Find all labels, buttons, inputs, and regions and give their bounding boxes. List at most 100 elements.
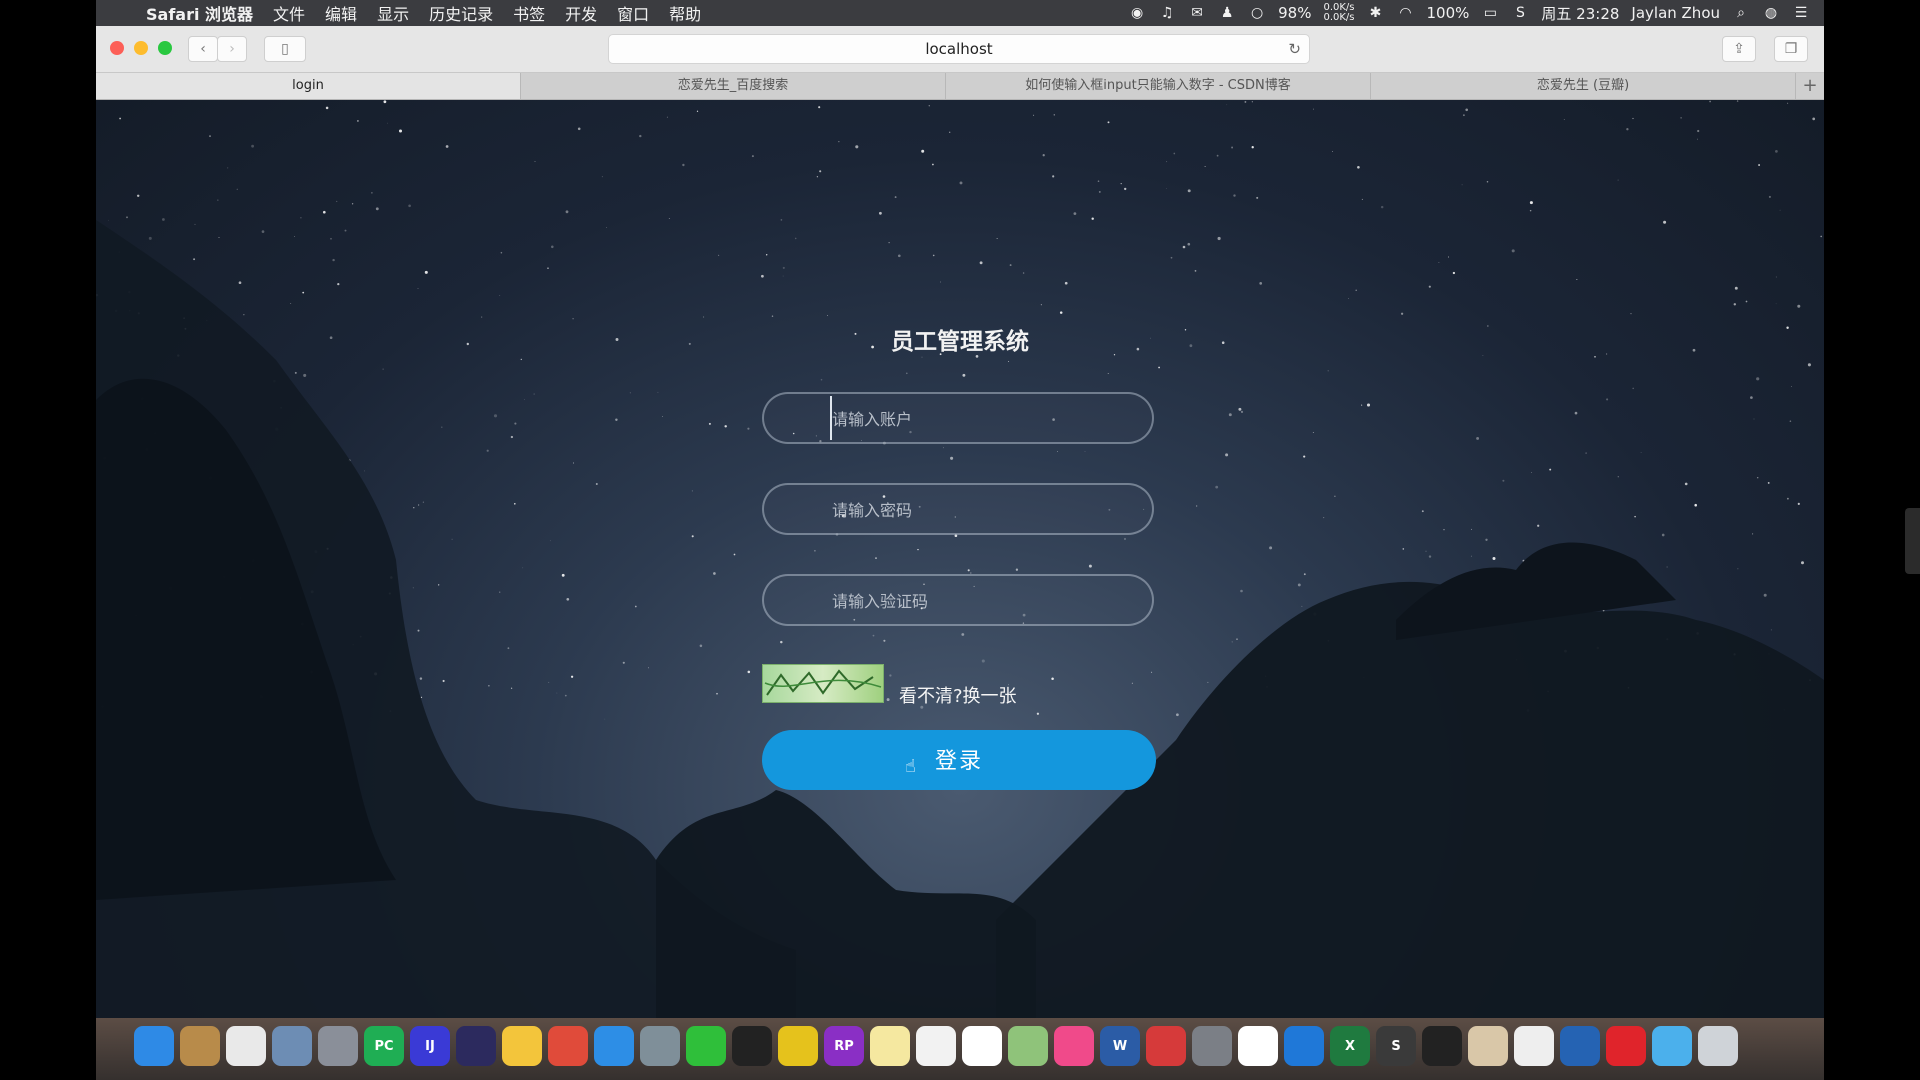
menu-window[interactable]: 窗口 <box>607 1 659 25</box>
teamviewer-icon[interactable] <box>1284 1026 1324 1066</box>
wifi-icon[interactable]: ◠ <box>1397 5 1415 21</box>
battery-icon[interactable]: ▭ <box>1481 5 1499 21</box>
menu-edit[interactable]: 编辑 <box>315 1 367 25</box>
axure-rp-icon[interactable]: RP <box>824 1026 864 1066</box>
notification-bell-icon[interactable]: ♫ <box>1158 5 1176 21</box>
battery-ring-icon[interactable]: ○ <box>1248 5 1266 21</box>
siri-icon[interactable]: ◍ <box>1762 5 1780 21</box>
net-down-text: 0.0K/s <box>1323 12 1355 23</box>
menu-file[interactable]: 文件 <box>263 1 315 25</box>
captcha-field[interactable] <box>762 574 1154 626</box>
qq-icon[interactable] <box>732 1026 772 1066</box>
preview-icon[interactable] <box>272 1026 312 1066</box>
dock-icons: PC IJ RP 9 W X S <box>134 1026 1738 1066</box>
tab-bar: login 恋爱先生_百度搜索 如何使输入框input只能输入数字 - CSDN… <box>96 73 1824 100</box>
parallels-icon[interactable] <box>1146 1026 1186 1066</box>
dock: PC IJ RP 9 W X S <box>96 1018 1824 1080</box>
maps-icon[interactable] <box>1008 1026 1048 1066</box>
music-player-icon[interactable] <box>778 1026 818 1066</box>
pycharm-icon[interactable]: PC <box>364 1026 404 1066</box>
captcha-input[interactable] <box>830 576 1134 626</box>
sublime-icon[interactable]: S <box>1376 1026 1416 1066</box>
excel-icon[interactable]: X <box>1330 1026 1370 1066</box>
menu-extras: ◉ ♫ ✉ ♟ ○ 98% 0.0K/s 0.0K/s ✱ ◠ 100% ▭ S… <box>1128 3 1824 24</box>
tab-douban[interactable]: 恋爱先生 (豆瓣) <box>1371 73 1796 99</box>
menu-develop[interactable]: 开发 <box>555 1 607 25</box>
password-field[interactable] <box>762 483 1154 535</box>
forward-button[interactable]: › <box>217 36 247 62</box>
itunes-icon[interactable] <box>1054 1026 1094 1066</box>
side-handle[interactable] <box>1905 508 1920 574</box>
network-speed: 0.0K/s 0.0K/s <box>1323 3 1354 23</box>
word-icon[interactable]: W <box>1100 1026 1140 1066</box>
menu-bar: Safari 浏览器 文件 编辑 显示 历史记录 书签 开发 窗口 帮助 ◉ ♫… <box>96 0 1824 26</box>
tab-login[interactable]: login <box>96 73 521 99</box>
tab-baidu-search[interactable]: 恋爱先生_百度搜索 <box>521 73 946 99</box>
battery-text: 100% <box>1426 4 1470 22</box>
sidebar-toggle-icon[interactable]: ▯ <box>264 36 306 62</box>
captcha-refresh-link[interactable]: 看不清?换一张 <box>899 682 1017 708</box>
menu-help[interactable]: 帮助 <box>659 1 711 25</box>
menu-app-name[interactable]: Safari 浏览器 <box>136 1 263 25</box>
intellij-icon[interactable]: IJ <box>410 1026 450 1066</box>
baidu-netdisk-icon[interactable] <box>1238 1026 1278 1066</box>
user-name[interactable]: Jaylan Zhou <box>1631 4 1720 22</box>
reminders-icon[interactable] <box>916 1026 956 1066</box>
menu-history[interactable]: 历史记录 <box>419 1 503 25</box>
menu-view[interactable]: 显示 <box>367 1 419 25</box>
input-method-icon[interactable]: S <box>1511 5 1529 21</box>
system-preferences-icon[interactable] <box>1192 1026 1232 1066</box>
java-icon[interactable] <box>1514 1026 1554 1066</box>
show-tabs-icon[interactable]: ❐ <box>1774 36 1808 62</box>
launchpad-icon[interactable] <box>318 1026 358 1066</box>
wechat-icon[interactable] <box>686 1026 726 1066</box>
tab-csdn[interactable]: 如何使输入框input只能输入数字 - CSDN博客 <box>946 73 1371 99</box>
screen: Safari 浏览器 文件 编辑 显示 历史记录 书签 开发 窗口 帮助 ◉ ♫… <box>96 0 1824 1080</box>
network-icon[interactable] <box>1560 1026 1600 1066</box>
login-page: 员工管理系统 看不清?换一张 登录 ☝ <box>96 100 1824 1018</box>
reload-icon[interactable]: ↻ <box>1288 35 1301 63</box>
address-bar[interactable]: localhost ↻ <box>608 34 1310 64</box>
document-icon[interactable] <box>1468 1026 1508 1066</box>
bluetooth-icon[interactable]: ✱ <box>1367 5 1385 21</box>
image-capture-icon[interactable] <box>640 1026 680 1066</box>
login-title: 员工管理系统 <box>891 329 1029 355</box>
spotlight-icon[interactable]: ⌕ <box>1732 5 1750 21</box>
calendar-icon[interactable]: 9 <box>962 1026 1002 1066</box>
close-window-button[interactable] <box>110 41 124 55</box>
clock-text[interactable]: 周五 23:28 <box>1541 3 1619 24</box>
minimize-window-button[interactable] <box>134 41 148 55</box>
folder-icon[interactable] <box>1652 1026 1692 1066</box>
notes-icon[interactable] <box>870 1026 910 1066</box>
safari-toolbar: ‹ › ▯ localhost ↻ ⇪ ❐ <box>96 26 1824 73</box>
new-tab-icon[interactable]: + <box>1796 73 1824 99</box>
captcha-image[interactable] <box>762 664 884 703</box>
wechat-status-icon[interactable]: ✉ <box>1188 5 1206 21</box>
notes-book-icon[interactable] <box>180 1026 220 1066</box>
eclipse-icon[interactable] <box>456 1026 496 1066</box>
tree-silhouette-background <box>96 220 1824 1018</box>
record-icon[interactable]: ◉ <box>1128 5 1146 21</box>
back-button[interactable]: ‹ <box>188 36 218 62</box>
menu-bookmarks[interactable]: 书签 <box>503 1 555 25</box>
account-field[interactable] <box>762 392 1154 444</box>
login-button[interactable]: 登录 <box>762 730 1156 790</box>
notification-center-icon[interactable]: ☰ <box>1792 5 1810 21</box>
qq-status-icon[interactable]: ♟ <box>1218 5 1236 21</box>
yoink-icon[interactable] <box>502 1026 542 1066</box>
password-input[interactable] <box>830 485 1134 535</box>
battery-small-text: 98% <box>1278 4 1312 22</box>
netease-music-icon[interactable] <box>1606 1026 1646 1066</box>
maximize-window-button[interactable] <box>158 41 172 55</box>
trash-icon[interactable] <box>1698 1026 1738 1066</box>
share-icon[interactable]: ⇪ <box>1722 36 1756 62</box>
qq-alt-icon[interactable] <box>1422 1026 1462 1066</box>
url-text: localhost <box>925 40 993 58</box>
chrome-icon[interactable] <box>548 1026 588 1066</box>
photos-icon[interactable] <box>226 1026 266 1066</box>
safari-icon[interactable] <box>594 1026 634 1066</box>
account-input[interactable] <box>830 394 1134 444</box>
captcha-noise <box>764 669 882 696</box>
finder-icon[interactable] <box>134 1026 174 1066</box>
hand-cursor-icon: ☝ <box>905 756 916 777</box>
